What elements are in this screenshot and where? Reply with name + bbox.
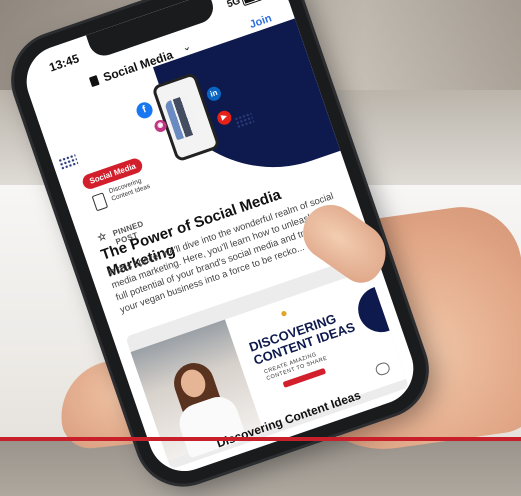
people-illustration bbox=[164, 94, 200, 141]
chevron-down-icon[interactable]: ⌄ bbox=[181, 41, 193, 54]
dot-pattern bbox=[57, 153, 79, 171]
network-indicator: 5G bbox=[225, 0, 242, 11]
facebook-icon: f bbox=[134, 100, 155, 121]
document-icon bbox=[91, 192, 109, 212]
pin-icon: ☆ bbox=[96, 230, 109, 245]
lightbulb-icon: ● bbox=[278, 305, 290, 321]
group-icon bbox=[88, 75, 100, 88]
status-time: 13:45 bbox=[47, 51, 81, 75]
red-bottom-bar bbox=[0, 437, 521, 441]
battery-icon bbox=[240, 0, 264, 7]
